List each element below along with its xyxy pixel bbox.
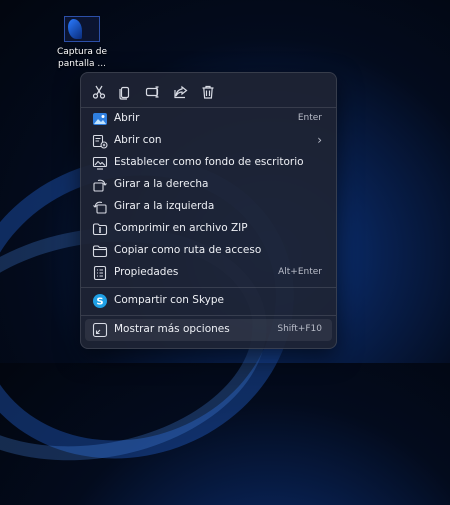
menu-item-girar-izquierda[interactable]: Girar a la izquierda (85, 196, 332, 218)
menu-item-shortcut: Alt+Enter (278, 267, 322, 277)
rename-icon[interactable] (144, 83, 162, 101)
menu-item-comprimir-zip[interactable]: Comprimir en archivo ZIP (85, 218, 332, 240)
skype-icon: S (92, 293, 108, 309)
rotate-left-icon (92, 199, 108, 215)
menu-item-abrir[interactable]: Abrir Enter (85, 108, 332, 130)
open-with-icon (92, 133, 108, 149)
share-icon[interactable] (172, 83, 190, 101)
desktop-file-icon[interactable]: Captura de pantalla ... (52, 14, 112, 70)
menu-item-label: Comprimir en archivo ZIP (114, 222, 248, 234)
menu-item-label: Establecer como fondo de escritorio (114, 156, 304, 168)
chevron-right-icon: › (317, 133, 322, 147)
context-menu: Abrir Enter Abrir con › Establecer como … (80, 72, 337, 349)
menu-item-label: Girar a la derecha (114, 178, 209, 190)
photos-icon (92, 111, 108, 127)
menu-item-label: Abrir con (114, 134, 162, 146)
menu-item-label: Abrir (114, 112, 140, 124)
menu-item-copiar-ruta[interactable]: Copiar como ruta de acceso (85, 240, 332, 262)
more-options-icon (92, 322, 108, 338)
menu-item-label: Copiar como ruta de acceso (114, 244, 262, 256)
copy-icon[interactable] (116, 83, 134, 101)
menu-item-shortcut: Enter (297, 113, 322, 123)
svg-text:S: S (96, 297, 103, 308)
menu-item-compartir-skype[interactable]: S Compartir con Skype (85, 290, 332, 312)
delete-icon[interactable] (199, 83, 217, 101)
menu-separator (81, 287, 336, 288)
image-thumbnail (64, 16, 100, 42)
context-menu-toolbar (81, 77, 336, 107)
menu-item-abrir-con[interactable]: Abrir con › (85, 130, 332, 152)
menu-separator (81, 315, 336, 316)
set-wallpaper-icon (92, 155, 108, 171)
menu-item-label: Mostrar más opciones (114, 323, 230, 335)
menu-item-label: Girar a la izquierda (114, 200, 215, 212)
menu-item-establecer-fondo[interactable]: Establecer como fondo de escritorio (85, 152, 332, 174)
zip-icon (92, 221, 108, 237)
menu-item-label: Compartir con Skype (114, 294, 224, 306)
desktop-file-label-line1: Captura de (56, 47, 108, 57)
properties-icon (92, 265, 108, 281)
menu-item-shortcut: Shift+F10 (277, 324, 322, 334)
menu-item-propiedades[interactable]: Propiedades Alt+Enter (85, 262, 332, 284)
rotate-right-icon (92, 177, 108, 193)
menu-item-girar-derecha[interactable]: Girar a la derecha (85, 174, 332, 196)
menu-item-label: Propiedades (114, 266, 179, 278)
copy-path-icon (92, 243, 108, 259)
cut-icon[interactable] (90, 83, 108, 101)
desktop-file-label-line2: pantalla ... (58, 59, 106, 69)
menu-item-mostrar-mas-opciones[interactable]: Mostrar más opciones Shift+F10 (85, 319, 332, 341)
